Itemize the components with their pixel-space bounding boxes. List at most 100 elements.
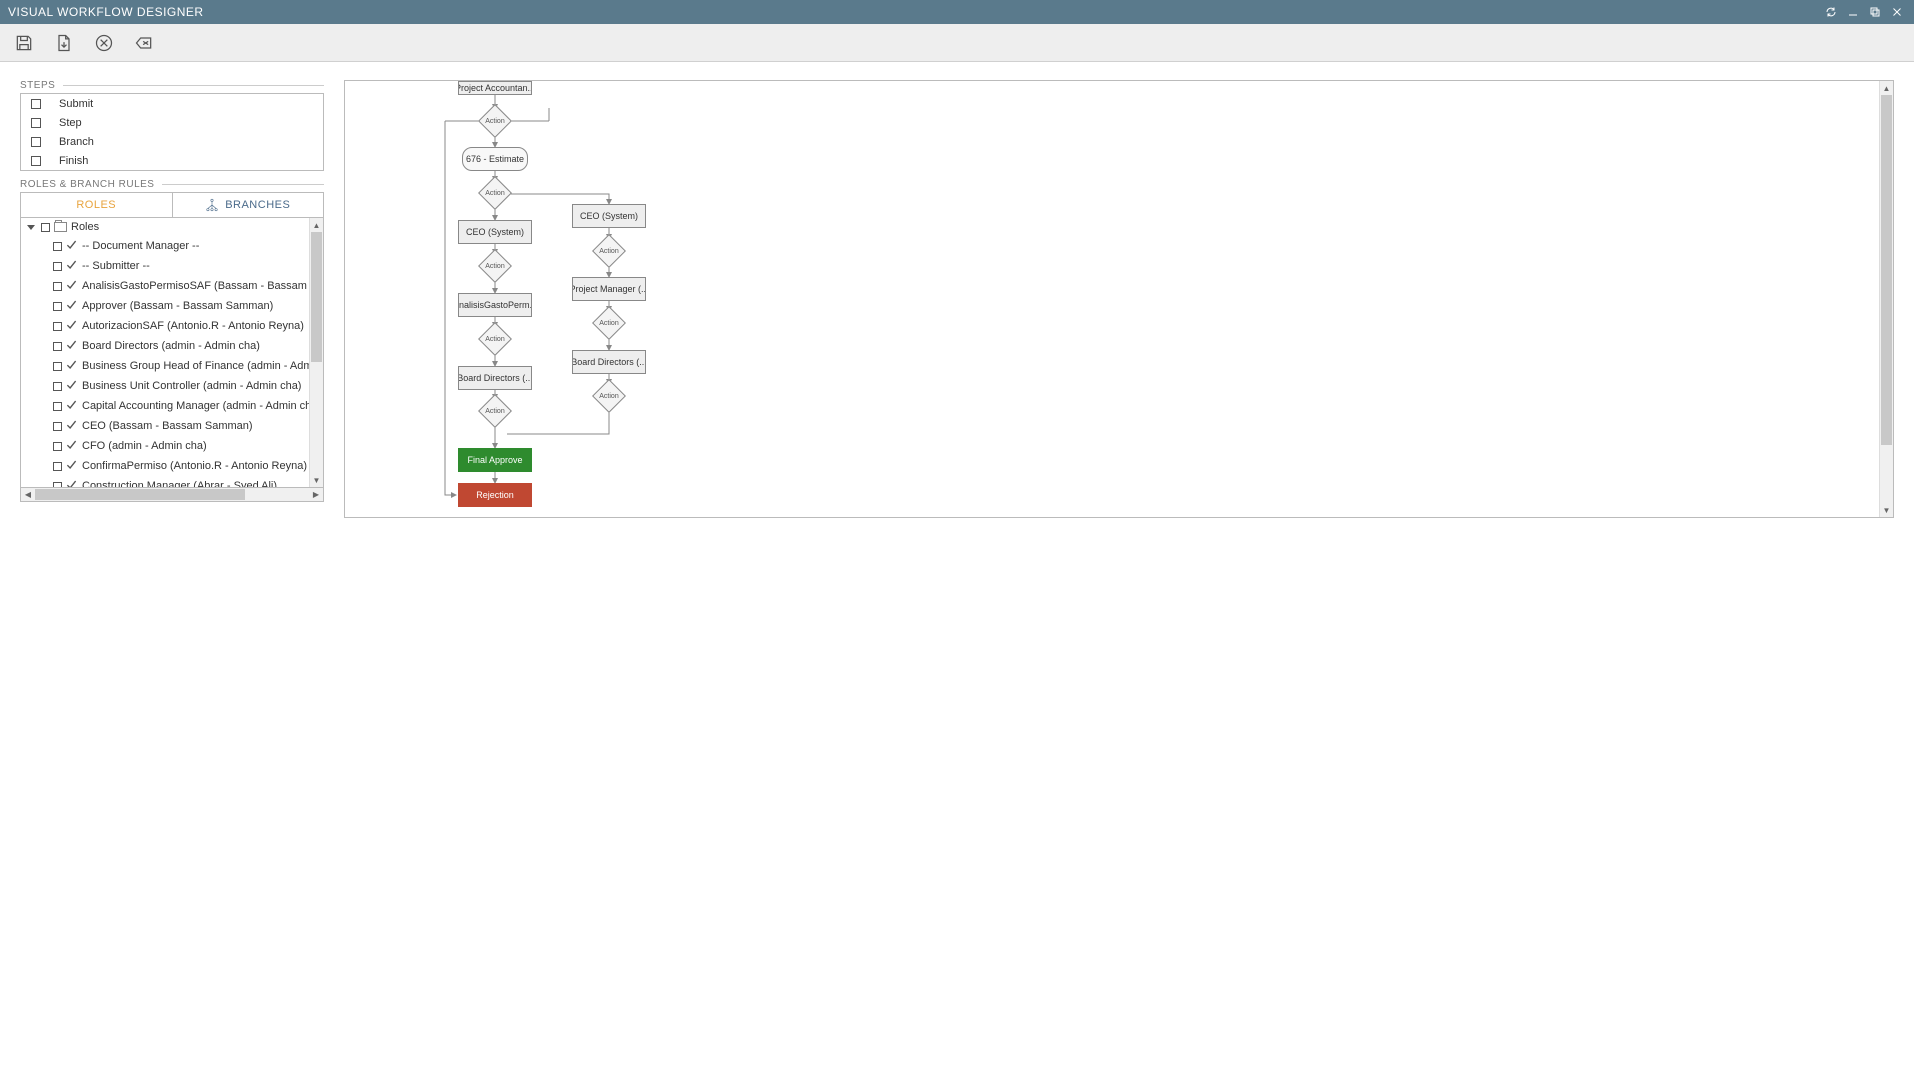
tab-branches[interactable]: BRANCHES <box>172 193 324 217</box>
node-project-accountant[interactable]: Project Accountan... <box>458 81 532 95</box>
checkbox-icon[interactable] <box>53 362 62 371</box>
check-icon <box>66 459 78 473</box>
role-label: Business Unit Controller (admin - Admin … <box>82 380 301 392</box>
node-action-5[interactable]: Action <box>483 399 507 423</box>
node-action-1[interactable]: Action <box>483 109 507 133</box>
role-label: Construction Manager (Abrar - Syed Ali) <box>82 480 277 487</box>
step-label: Branch <box>59 136 94 148</box>
checkbox-icon[interactable] <box>53 282 62 291</box>
scroll-thumb[interactable] <box>311 232 322 362</box>
check-icon <box>66 299 78 313</box>
role-item[interactable]: AnalisisGastoPermisoSAF (Bassam - Bassam… <box>23 276 309 296</box>
save-icon[interactable] <box>12 31 36 55</box>
role-item[interactable]: -- Document Manager -- <box>23 236 309 256</box>
check-icon <box>66 379 78 393</box>
checkbox-icon[interactable] <box>53 242 62 251</box>
node-action-r1[interactable]: Action <box>597 239 621 263</box>
scroll-thumb[interactable] <box>1881 95 1892 445</box>
checkbox-icon[interactable] <box>53 422 62 431</box>
backspace-icon[interactable] <box>132 31 156 55</box>
chevron-down-icon <box>27 225 35 230</box>
tree-root[interactable]: Roles <box>23 218 309 236</box>
node-analisis[interactable]: AnalisisGastoPerm... <box>458 293 532 317</box>
role-item[interactable]: Construction Manager (Abrar - Syed Ali) <box>23 476 309 487</box>
checkbox-icon[interactable] <box>41 223 50 232</box>
role-label: AutorizacionSAF (Antonio.R - Antonio Rey… <box>82 320 304 332</box>
checkbox-icon[interactable] <box>53 442 62 451</box>
checkbox-icon[interactable] <box>53 322 62 331</box>
node-rejection[interactable]: Rejection <box>458 483 532 507</box>
steps-header: STEPS <box>20 80 324 91</box>
role-item[interactable]: CEO (Bassam - Bassam Samman) <box>23 416 309 436</box>
minimize-icon[interactable] <box>1844 3 1862 21</box>
scroll-right-icon[interactable]: ▶ <box>309 490 323 499</box>
check-icon <box>66 339 78 353</box>
tab-roles[interactable]: ROLES <box>21 193 172 217</box>
check-icon <box>66 239 78 253</box>
step-step[interactable]: Step <box>21 113 323 132</box>
maximize-icon[interactable] <box>1866 3 1884 21</box>
node-ceo-left[interactable]: CEO (System) <box>458 220 532 244</box>
node-final-approve[interactable]: Final Approve <box>458 448 532 472</box>
role-label: CEO (Bassam - Bassam Samman) <box>82 420 253 432</box>
checkbox-icon <box>31 137 41 147</box>
role-label: AnalisisGastoPermisoSAF (Bassam - Bassam… <box>82 280 309 292</box>
roles-header: ROLES & BRANCH RULES <box>20 179 324 190</box>
checkbox-icon[interactable] <box>53 482 62 488</box>
checkbox-icon[interactable] <box>53 382 62 391</box>
close-icon[interactable] <box>1888 3 1906 21</box>
main-area: STEPS Submit Step Branch Finish ROLES & … <box>0 62 1914 1077</box>
refresh-icon[interactable] <box>1822 3 1840 21</box>
checkbox-icon[interactable] <box>53 302 62 311</box>
canvas-vertical-scrollbar[interactable]: ▲ ▼ <box>1879 81 1893 517</box>
role-label: Capital Accounting Manager (admin - Admi… <box>82 400 309 412</box>
step-submit[interactable]: Submit <box>21 94 323 113</box>
role-item[interactable]: CFO (admin - Admin cha) <box>23 436 309 456</box>
role-item[interactable]: Approver (Bassam - Bassam Samman) <box>23 296 309 316</box>
step-finish[interactable]: Finish <box>21 151 323 170</box>
checkbox-icon <box>31 99 41 109</box>
tabs-box: ROLES BRANCHES <box>20 192 324 218</box>
checkbox-icon[interactable] <box>53 402 62 411</box>
export-icon[interactable] <box>52 31 76 55</box>
node-action-4[interactable]: Action <box>483 327 507 351</box>
role-item[interactable]: Business Unit Controller (admin - Admin … <box>23 376 309 396</box>
check-icon <box>66 279 78 293</box>
cancel-icon[interactable] <box>92 31 116 55</box>
step-label: Submit <box>59 98 93 110</box>
node-board-left[interactable]: Board Directors (... <box>458 366 532 390</box>
scroll-up-icon[interactable]: ▲ <box>310 218 323 232</box>
node-ceo-right[interactable]: CEO (System) <box>572 204 646 228</box>
role-item[interactable]: Capital Accounting Manager (admin - Admi… <box>23 396 309 416</box>
steps-box: Submit Step Branch Finish <box>20 93 324 171</box>
scroll-down-icon[interactable]: ▼ <box>1880 503 1893 517</box>
check-icon <box>66 259 78 273</box>
app-title: VISUAL WORKFLOW DESIGNER <box>8 5 204 19</box>
role-item[interactable]: Board Directors (admin - Admin cha) <box>23 336 309 356</box>
checkbox-icon[interactable] <box>53 262 62 271</box>
check-icon <box>66 319 78 333</box>
vertical-scrollbar[interactable]: ▲ ▼ <box>309 218 323 487</box>
node-action-r3[interactable]: Action <box>597 384 621 408</box>
role-item[interactable]: Business Group Head of Finance (admin - … <box>23 356 309 376</box>
node-project-manager[interactable]: Project Manager (... <box>572 277 646 301</box>
role-item[interactable]: AutorizacionSAF (Antonio.R - Antonio Rey… <box>23 316 309 336</box>
node-action-2[interactable]: Action <box>483 181 507 205</box>
checkbox-icon[interactable] <box>53 342 62 351</box>
toolbar <box>0 24 1914 62</box>
node-action-r2[interactable]: Action <box>597 311 621 335</box>
scroll-down-icon[interactable]: ▼ <box>310 473 323 487</box>
workflow-canvas[interactable]: Project Accountan... Action 676 - Estima… <box>345 81 1893 517</box>
scroll-up-icon[interactable]: ▲ <box>1880 81 1893 95</box>
step-branch[interactable]: Branch <box>21 132 323 151</box>
scroll-left-icon[interactable]: ◀ <box>21 490 35 499</box>
node-estimate[interactable]: 676 - Estimate <box>462 147 528 171</box>
scroll-thumb[interactable] <box>35 489 245 500</box>
tree-root-label: Roles <box>71 221 99 233</box>
checkbox-icon[interactable] <box>53 462 62 471</box>
role-item[interactable]: -- Submitter -- <box>23 256 309 276</box>
horizontal-scrollbar[interactable]: ◀ ▶ <box>20 488 324 502</box>
node-action-3[interactable]: Action <box>483 254 507 278</box>
role-item[interactable]: ConfirmaPermiso (Antonio.R - Antonio Rey… <box>23 456 309 476</box>
node-board-right[interactable]: Board Directors (... <box>572 350 646 374</box>
